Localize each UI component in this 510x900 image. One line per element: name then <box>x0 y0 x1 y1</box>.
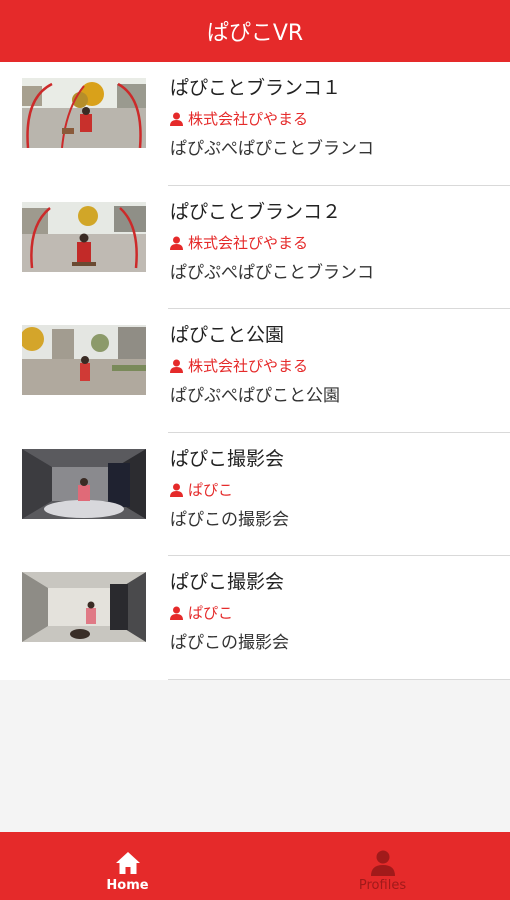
video-title: ぱぴことブランコ２ <box>170 200 342 223</box>
video-title: ぱぴこ撮影会 <box>170 571 285 593</box>
video-author: ぱぴこ <box>170 603 502 623</box>
video-author: 株式会社ぴやまる <box>170 233 502 253</box>
author-name: ぱぴこ <box>188 604 234 622</box>
video-list-item[interactable]: ぱぴこと公園 株式会社ぴやまる ぱぴぷぺぱぴこと公園 <box>0 309 510 433</box>
person-icon <box>170 359 183 373</box>
video-list-item[interactable]: ぱぴこ撮影会 ぱぴこ ぱぴこの撮影会 <box>0 432 510 556</box>
tab-home[interactable]: Home <box>0 832 255 900</box>
author-name: 株式会社ぴやまる <box>188 357 309 375</box>
video-title: ぱぴことブランコ１ <box>170 77 342 99</box>
video-info: ぱぴことブランコ２ 株式会社ぴやまる ぱぴぷぺぱぴことブランコ <box>170 199 502 284</box>
tab-profiles-label: Profiles <box>358 878 407 893</box>
video-author: ぱぴこ <box>170 480 502 500</box>
author-name: 株式会社ぴやまる <box>188 233 309 252</box>
video-title: ぱぴこ撮影会 <box>170 447 285 470</box>
video-description: ぱぴこの撮影会 <box>170 509 289 530</box>
video-list-item[interactable]: ぱぴこ撮影会 ぱぴこ ぱぴこの撮影会 <box>0 556 510 680</box>
app-title: ぱぴこVR <box>206 21 304 46</box>
video-description: ぱぴぷぺぱぴことブランコ <box>170 262 374 283</box>
video-list: ぱぴことブランコ１ 株式会社ぴやまる ぱぴぷぺぱぴことブランコ ぱぴことブランコ… <box>0 62 510 680</box>
video-info: ぱぴこ撮影会 ぱぴこ ぱぴこの撮影会 <box>170 569 502 654</box>
app-header: ぱぴこVR <box>0 0 510 62</box>
author-name: ぱぴこ <box>188 480 234 499</box>
tab-home-label: Home <box>106 878 149 893</box>
video-description: ぱぴこの撮影会 <box>170 633 289 653</box>
tab-profiles[interactable]: Profiles <box>255 832 510 900</box>
video-thumbnail[interactable] <box>22 448 146 519</box>
video-title: ぱぴこと公園 <box>170 324 285 346</box>
video-thumbnail[interactable] <box>22 325 146 395</box>
author-name: 株式会社ぴやまる <box>188 110 309 128</box>
video-author: 株式会社ぴやまる <box>170 109 502 129</box>
video-description: ぱぴぷぺぱぴことブランコ <box>170 139 374 159</box>
video-thumbnail[interactable] <box>22 78 146 148</box>
bottom-tab-bar: Home Profiles <box>0 832 510 900</box>
person-icon <box>170 112 183 126</box>
video-thumbnail[interactable] <box>22 201 146 272</box>
video-description: ぱぴぷぺぱぴこと公園 <box>170 386 340 406</box>
person-icon <box>170 606 183 620</box>
video-list-item[interactable]: ぱぴことブランコ１ 株式会社ぴやまる ぱぴぷぺぱぴことブランコ <box>0 62 510 186</box>
person-icon <box>170 236 183 250</box>
video-info: ぱぴこと公園 株式会社ぴやまる ぱぴぷぺぱぴこと公園 <box>170 322 502 407</box>
video-info: ぱぴこ撮影会 ぱぴこ ぱぴこの撮影会 <box>170 446 502 531</box>
person-icon <box>370 850 395 876</box>
video-info: ぱぴことブランコ１ 株式会社ぴやまる ぱぴぷぺぱぴことブランコ <box>170 75 502 160</box>
video-author: 株式会社ぴやまる <box>170 356 502 376</box>
app-root: ぱぴこVR ぱぴことブランコ１ 株式会社ぴやまる ぱぴぷぺぱぴことブランコ ぱぴ… <box>0 0 510 900</box>
video-thumbnail[interactable] <box>22 572 146 642</box>
person-icon <box>170 483 183 497</box>
home-icon <box>115 852 140 874</box>
video-list-item[interactable]: ぱぴことブランコ２ 株式会社ぴやまる ぱぴぷぺぱぴことブランコ <box>0 185 510 309</box>
